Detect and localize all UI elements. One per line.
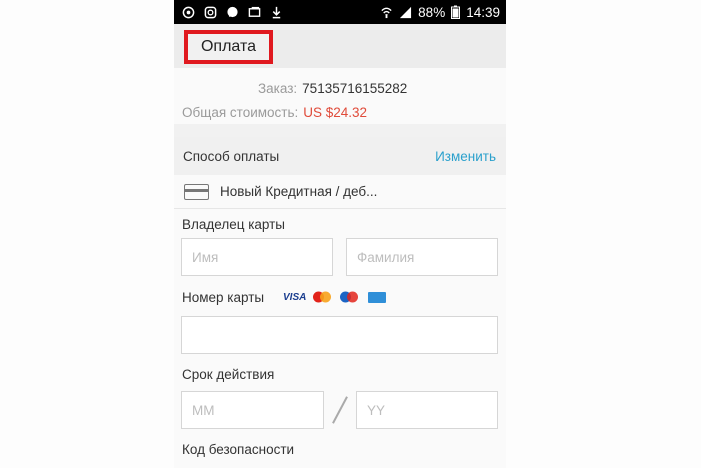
- payment-method-label: Способ оплаты: [183, 148, 280, 164]
- phone-screen: 88% 14:39 Оплата Заказ: 75135716155282 О…: [174, 0, 506, 468]
- mastercard-logo-icon: [313, 291, 331, 303]
- card-number-label: Номер карты: [182, 290, 265, 305]
- selected-payment-method-label: Новый Кредитная / деб...: [220, 184, 378, 199]
- download-icon: [272, 6, 281, 18]
- security-code-label: Код безопасности: [182, 442, 295, 457]
- visa-logo-icon: VISA: [283, 292, 307, 303]
- order-total-row: Общая стоимость: US $24.32: [174, 102, 506, 122]
- messenger-icon: [227, 6, 238, 17]
- whatsapp-icon: [182, 6, 195, 18]
- cardholder-label: Владелец карты: [182, 217, 286, 232]
- status-bar: 88% 14:39: [174, 0, 506, 24]
- first-name-input[interactable]: Имя: [181, 238, 333, 276]
- wifi-icon: [381, 7, 392, 18]
- last-name-input[interactable]: Фамилия: [346, 238, 498, 276]
- card-number-input[interactable]: [181, 316, 498, 354]
- signal-icon: [400, 6, 412, 18]
- battery-icon: [451, 5, 461, 19]
- selected-payment-method[interactable]: Новый Кредитная / деб...: [174, 175, 506, 209]
- screenshot-stage: 88% 14:39 Оплата Заказ: 75135716155282 О…: [0, 0, 701, 468]
- expiry-separator: [332, 396, 348, 424]
- maestro-logo-icon: [340, 291, 358, 303]
- expiry-year-input[interactable]: YY: [356, 391, 498, 429]
- card-form: Владелец карты Имя Фамилия Номер карты V…: [174, 209, 506, 468]
- order-summary: Заказ: 75135716155282 Общая стоимость: U…: [174, 68, 506, 124]
- battery-percent: 88%: [418, 4, 446, 20]
- app-header: Оплата: [174, 24, 506, 68]
- payment-method-bar: Способ оплаты Изменить: [174, 137, 506, 175]
- expiry-month-input[interactable]: MM: [181, 391, 324, 429]
- order-number-row: Заказ: 75135716155282: [174, 78, 506, 98]
- section-divider: [174, 124, 506, 137]
- order-number-label: Заказ:: [258, 80, 298, 96]
- status-time: 14:39: [466, 4, 500, 20]
- credit-card-icon: [184, 183, 209, 200]
- gallery-icon: [248, 6, 261, 17]
- change-payment-method-link[interactable]: Изменить: [435, 149, 496, 164]
- expiry-label: Срок действия: [182, 367, 275, 382]
- amex-logo-icon: [368, 292, 386, 303]
- order-total-value: US $24.32: [303, 104, 368, 120]
- order-total-label: Общая стоимость:: [182, 104, 299, 120]
- order-number-value: 75135716155282: [302, 80, 408, 96]
- page-title: Оплата: [184, 30, 273, 64]
- instagram-icon: [204, 6, 217, 18]
